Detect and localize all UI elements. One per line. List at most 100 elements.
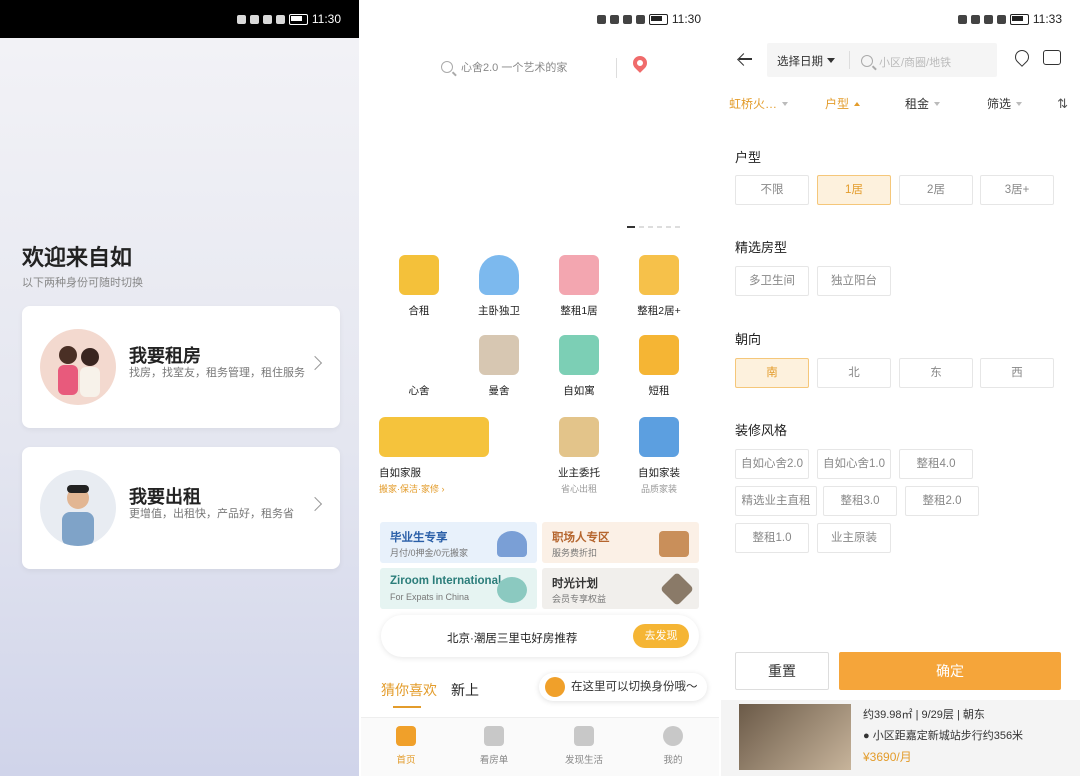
grid-sublabel: 搬家·保洁·家修 › [379,484,445,494]
alarm-icon [983,14,993,24]
role-title: 我要租房 [129,346,201,366]
status-bar: 11:33 [721,0,1080,38]
welcome-title: 欢迎来自如 [22,245,133,270]
discover-text: 北京·潮居三里屯好房推荐 [447,633,578,645]
search-box: 选择日期 小区/商圈/地铁 [767,43,997,77]
welcome-subtitle: 以下两种身份可随时切换 [22,277,143,289]
grid-item-xinshe[interactable]: 心舍 [379,335,459,398]
promo-international[interactable]: Ziroom International For Expats in China [380,568,537,609]
chip-decor[interactable]: 自如心舍2.0 [735,449,809,479]
chip-layout-1br[interactable]: 1居 [817,175,891,205]
grid-label: 自如寓 [563,385,595,397]
wardrobe-icon [479,335,519,375]
listing-preview[interactable]: 约39.98㎡ | 9/29层 | 朝东 ● 小区距嘉定新城站步行约356米 ¥… [721,700,1080,776]
chip-layout-any[interactable]: 不限 [735,175,809,205]
date-select[interactable]: 选择日期 [777,53,835,69]
promo-time-plan[interactable]: 时光计划 会员专享权益 [542,568,699,609]
chip-decor[interactable]: 业主原装 [817,523,891,553]
welcome-screen: 11:30 欢迎来自如 以下两种身份可随时切换 我要租房 找房，找室友，租务管理… [0,0,359,776]
wifi-icon [970,14,980,24]
discover-button[interactable]: 去发现 [633,624,689,648]
search-icon [861,55,873,67]
filter-rent[interactable]: 租金 [905,95,941,112]
promo-workplace[interactable]: 职场人专区 服务费折扣 [542,522,699,563]
grid-label: 曼舍 [488,385,510,397]
nav-discover[interactable]: 发现生活 [544,726,624,766]
chip-south[interactable]: 南 [735,358,809,388]
chip-east[interactable]: 东 [899,358,973,388]
chip-decor[interactable]: 整租2.0 [905,486,979,516]
chip-decor[interactable]: 自如心舍1.0 [817,449,891,479]
chip-private-balcony[interactable]: 独立阳台 [817,266,891,296]
grid-item-manshe[interactable]: 曼舍 [459,335,539,398]
listing-price: ¥3690/月 [863,750,912,764]
filter-layout[interactable]: 户型 [825,95,861,112]
suitcase-icon [639,335,679,375]
sort-icon[interactable]: ⇅ [1057,96,1068,112]
avatar [40,329,116,405]
chip-decor[interactable]: 整租3.0 [823,486,897,516]
nav-viewing-list[interactable]: 看房单 [454,726,534,766]
section-title-featured: 精选房型 [735,240,788,255]
listing-distance: ● 小区距嘉定新城站步行约356米 [863,730,1024,742]
grid-item-master-bedroom[interactable]: 主卧独卫 [459,255,539,318]
promo-graduate[interactable]: 毕业生专享 月付/0押金/0元搬家 [380,522,537,563]
message-icon[interactable] [1043,50,1061,65]
signal-icon [596,14,606,24]
search-input[interactable]: 心舍2.0 一个艺术的家 [441,52,641,82]
filter-area[interactable]: 虹桥火… [729,95,789,112]
location-icon[interactable] [1012,47,1032,67]
chip-west[interactable]: 西 [980,358,1054,388]
rent-role-card[interactable]: 我要租房 找房，找室友，租务管理，租住服务 [22,306,340,428]
back-arrow-icon[interactable] [737,52,752,66]
discover-banner[interactable]: 北京·潮居三里屯好房推荐 去发现 [381,615,699,657]
chip-decor[interactable]: 整租1.0 [735,523,809,553]
briefcase-icon [659,531,689,557]
nav-label: 发现生活 [564,755,603,766]
nav-home[interactable]: 首页 [366,726,446,766]
status-bar: 11:30 [361,0,719,38]
chip-north[interactable]: 北 [817,358,891,388]
shared-rent-icon [399,255,439,295]
filter-more[interactable]: 筛选 [987,95,1023,112]
grid-item-short-rent[interactable]: 短租 [619,335,699,398]
search-placeholder: 心舍2.0 一个艺术的家 [461,62,568,74]
house-icon [559,255,599,295]
promo-title: 毕业生专享 [390,532,448,544]
grid-item-two-bedroom[interactable]: 整租2居+ [619,255,699,318]
chip-layout-2br[interactable]: 2居 [899,175,973,205]
grid-item-one-bedroom[interactable]: 整租1居 [539,255,619,318]
confirm-button[interactable]: 确定 [839,652,1061,690]
grid-item-owner-commission[interactable]: 业主委托 省心出租 [539,417,619,495]
tab-new-listings[interactable]: 新上 [451,680,479,700]
chip-layout-3br[interactable]: 3居+ [980,175,1054,205]
reset-button[interactable]: 重置 [735,652,829,690]
dropdown-up-icon [854,102,861,106]
carousel-indicator [627,226,680,228]
tab-guess-you-like[interactable]: 猜你喜欢 [381,680,437,708]
nav-label: 我的 [663,755,683,766]
avatar [40,470,116,546]
nav-profile[interactable]: 我的 [633,726,713,766]
chip-decor[interactable]: 整租4.0 [899,449,973,479]
grid-item-home-decoration[interactable]: 自如家装 品质家装 [619,417,699,495]
signal-icon [236,14,246,24]
search-input[interactable]: 小区/商圈/地铁 [879,54,951,70]
location-pin-icon: ● [863,730,873,742]
document-icon [484,726,504,746]
airplane-icon [497,577,527,603]
alarm-icon [262,14,272,24]
wifi-icon [249,14,259,24]
lease-role-card[interactable]: 我要出租 更增值，出租快，产品好，租务省 [22,447,340,569]
grid-item-ziroom-apartment[interactable]: 自如寓 [539,335,619,398]
grid-item-home-service[interactable]: 自如家服 搬家·保洁·家修 › [379,417,499,495]
chip-decor[interactable]: 精选业主直租 [735,486,817,516]
dropdown-icon [827,58,835,63]
chip-multi-bathroom[interactable]: 多卫生间 [735,266,809,296]
grid-label: 整租2居+ [637,305,681,317]
promo-subtitle: 月付/0押金/0元搬家 [390,548,469,558]
switch-identity-tip[interactable]: 在这里可以切换身份哦～ [539,673,707,701]
grid-item-shared-rent[interactable]: 合租 [379,255,459,318]
promo-subtitle: 会员专享权益 [552,594,607,604]
grid-sublabel: 品质家装 [640,484,677,494]
